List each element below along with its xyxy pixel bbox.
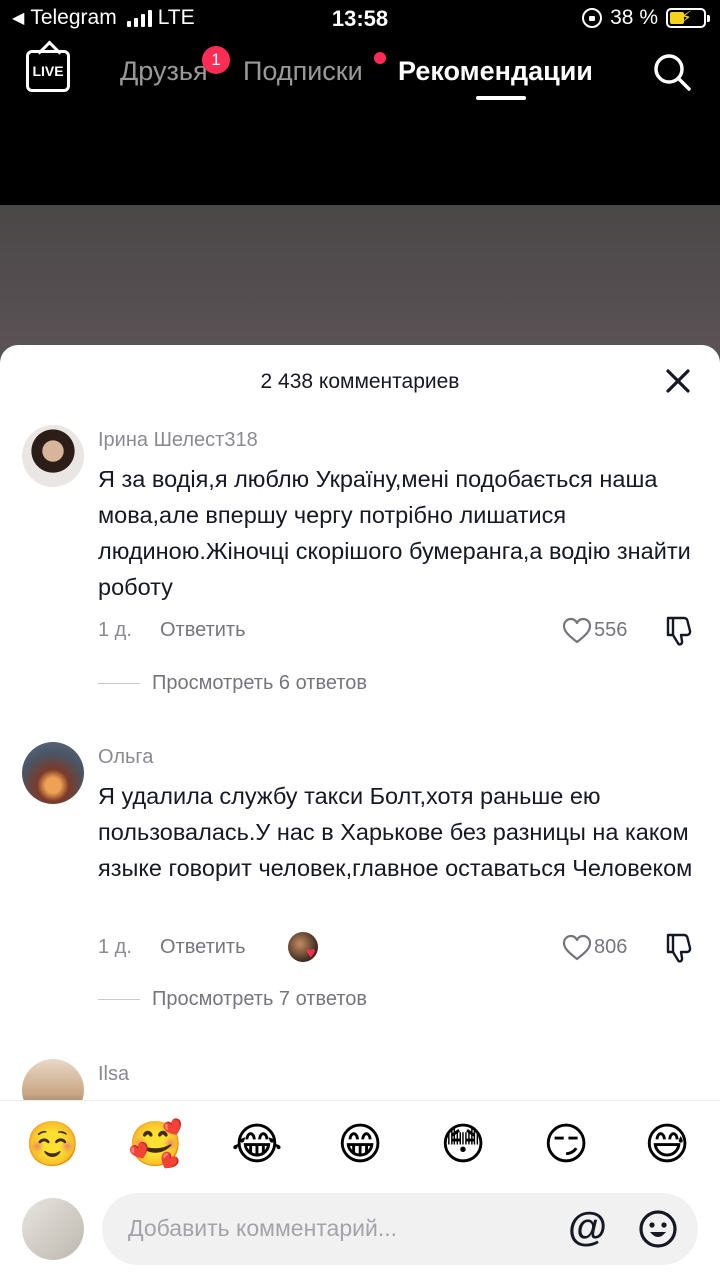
replies-divider (98, 683, 140, 685)
live-label: LIVE (32, 63, 64, 79)
friends-badge: 1 (202, 46, 230, 74)
emoji-smirk[interactable]: 😏 (540, 1119, 592, 1171)
view-replies-button[interactable]: Просмотреть 6 ответов (98, 672, 367, 695)
tab-following[interactable]: Подписки (243, 56, 363, 87)
active-tab-indicator (476, 96, 526, 100)
emoji-smiling[interactable]: ☺️ (25, 1119, 80, 1171)
emoji-flushed[interactable]: 😳 (437, 1119, 489, 1171)
creator-heart-icon: ♥ (306, 945, 316, 962)
avatar[interactable] (22, 742, 84, 804)
comment-text: Я за водія,я люблю Україну,мені подобаєт… (98, 466, 691, 600)
emoji-grin[interactable]: 😁 (334, 1119, 386, 1171)
comment-author[interactable]: Ольга (98, 746, 153, 769)
tab-recommendations[interactable]: Рекомендации (398, 56, 593, 87)
tab-friends[interactable]: Друзья (120, 56, 208, 87)
thumbs-down-icon[interactable] (664, 615, 694, 647)
avatar[interactable] (22, 1198, 84, 1260)
top-navigation: LIVE Друзья 1 Подписки Рекомендации (0, 38, 720, 108)
comment-meta: 1 д. Ответить 556 (98, 616, 698, 649)
comment-time: 1 д. (98, 619, 132, 641)
view-replies-label[interactable]: Просмотреть 6 ответов (152, 672, 367, 694)
like-count: 556 (594, 619, 628, 641)
search-icon[interactable] (652, 52, 692, 92)
thumbs-down-icon[interactable] (664, 932, 694, 964)
battery-icon: ⚡ (666, 8, 710, 28)
status-right: 38 % ⚡ (582, 6, 710, 30)
reply-button[interactable]: Ответить (160, 619, 246, 642)
comment-author[interactable]: Ірина Шелест318 (98, 429, 258, 452)
view-replies-label[interactable]: Просмотреть 7 ответов (152, 988, 367, 1010)
mention-icon[interactable]: @ (568, 1205, 607, 1250)
comments-count-title: 2 438 комментариев (260, 370, 460, 393)
replies-divider (98, 999, 140, 1001)
emoji-quick-bar: ☺️ 🥰 😂 😁 😳 😏 😅 (0, 1100, 720, 1192)
comment-author[interactable]: Ilsa (98, 1063, 129, 1086)
emoji-smiling-hearts[interactable]: 🥰 (128, 1119, 183, 1171)
comment-input-placeholder[interactable]: Добавить комментарий... (128, 1215, 397, 1242)
close-icon[interactable] (664, 367, 692, 395)
comment-time: 1 д. (98, 936, 132, 958)
comment-input[interactable]: Добавить комментарий... @ (102, 1193, 698, 1265)
like-count: 806 (594, 936, 628, 958)
live-icon[interactable]: LIVE (26, 50, 70, 92)
status-bar: ◀ Telegram LTE 13:58 38 % ⚡ (0, 0, 720, 38)
emoji-sweat-smile[interactable]: 😅 (641, 1119, 693, 1171)
emoji-joy[interactable]: 😂 (231, 1119, 283, 1171)
comment-meta: 1 д. Ответить ♥ 806 (98, 932, 698, 966)
following-notification-dot (374, 52, 386, 64)
view-replies-button[interactable]: Просмотреть 7 ответов (98, 988, 367, 1011)
comment-input-bar: Добавить комментарий... @ (0, 1192, 720, 1280)
heart-icon[interactable] (562, 934, 592, 962)
heart-icon[interactable] (562, 617, 592, 645)
emoji-picker-icon[interactable] (638, 1209, 678, 1249)
comment-text: Я удалила службу такси Болт,хотя раньше … (98, 783, 693, 881)
orientation-lock-icon (582, 8, 603, 28)
battery-percent: 38 % (610, 6, 658, 29)
reply-button[interactable]: Ответить (160, 936, 246, 959)
avatar[interactable] (22, 425, 84, 487)
